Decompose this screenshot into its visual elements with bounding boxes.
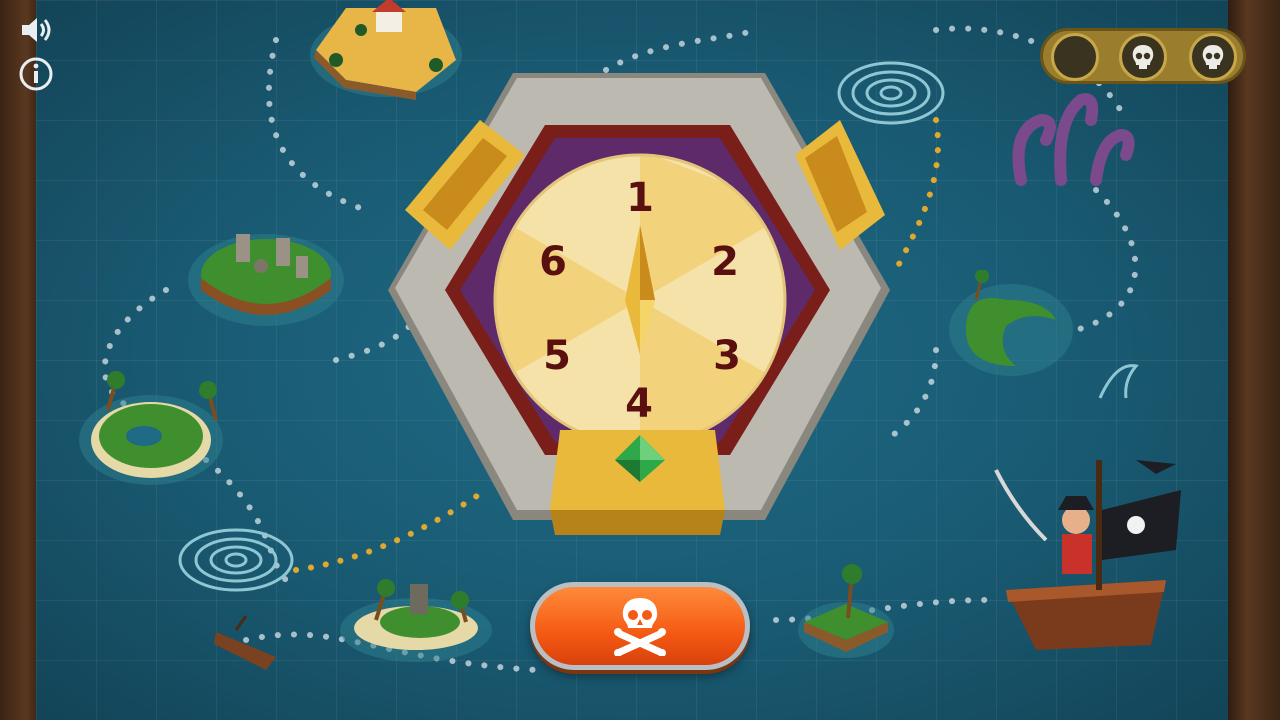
dial-number-6: 6 bbox=[539, 239, 567, 285]
info-icon bbox=[19, 57, 53, 91]
life-slot bbox=[1119, 33, 1167, 81]
lives-bar bbox=[1040, 28, 1246, 84]
shark-fin-icon bbox=[1098, 364, 1139, 399]
pirate-ship bbox=[994, 460, 1181, 650]
skull-icon bbox=[1132, 45, 1154, 69]
sound-button[interactable] bbox=[18, 12, 54, 48]
info-button[interactable] bbox=[18, 56, 54, 92]
roll-button[interactable] bbox=[530, 582, 750, 670]
skull-crossbones-icon bbox=[614, 598, 666, 656]
kraken-tentacles bbox=[1012, 93, 1135, 186]
skull-icon bbox=[1202, 45, 1224, 69]
island-palm-lagoon bbox=[79, 371, 223, 485]
dial-number-5: 5 bbox=[543, 333, 571, 379]
dial-number-3: 3 bbox=[713, 333, 741, 379]
dial-number-2: 2 bbox=[711, 239, 739, 285]
island-statue bbox=[340, 579, 492, 662]
island-ruins bbox=[188, 234, 344, 326]
dial-number-1: 1 bbox=[626, 175, 654, 221]
speaker-icon bbox=[22, 18, 51, 42]
whirlpool-icon bbox=[178, 528, 294, 592]
life-slot bbox=[1189, 33, 1237, 81]
island-small-palm bbox=[798, 564, 894, 658]
life-slot-empty bbox=[1051, 33, 1099, 81]
small-ship-icon bbox=[214, 615, 276, 670]
wood-frame-right bbox=[1226, 0, 1280, 720]
island-hook bbox=[949, 270, 1073, 376]
compass-dial[interactable]: 1 2 3 4 5 6 bbox=[385, 70, 890, 545]
dial-number-4: 4 bbox=[625, 381, 653, 427]
